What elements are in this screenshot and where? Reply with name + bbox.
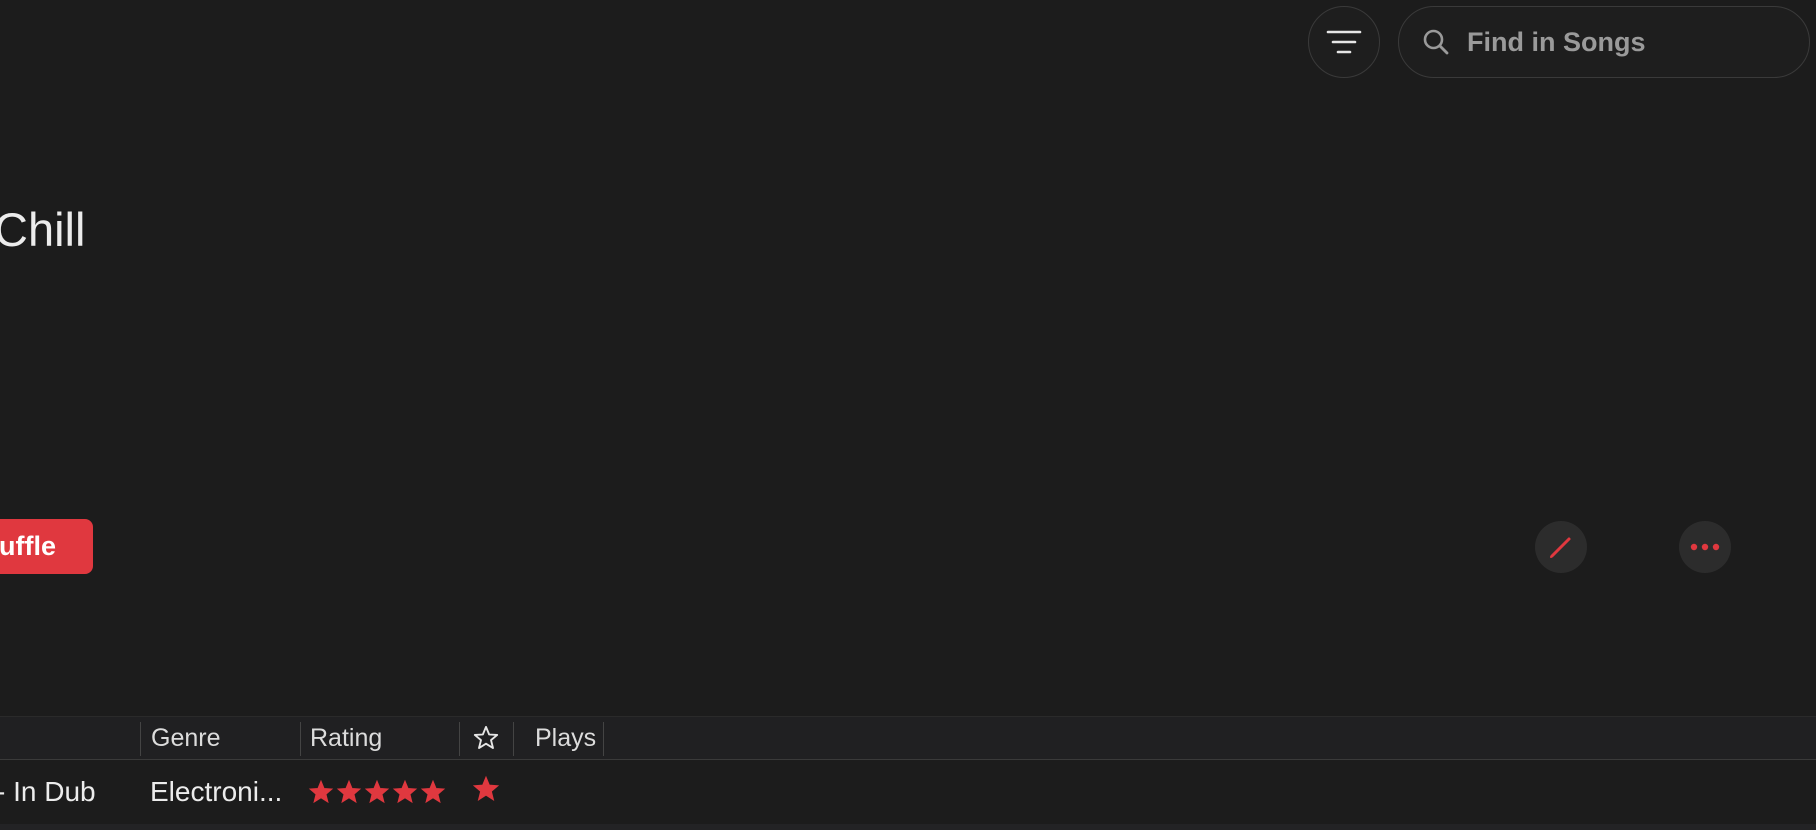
shuffle-button-label: uffle <box>0 531 56 561</box>
playlist-title: Chill <box>0 203 86 256</box>
column-divider[interactable] <box>603 722 604 756</box>
rating-star-icon[interactable] <box>392 779 418 805</box>
song-title-cell: - In Dub <box>0 776 96 807</box>
star-outline-icon <box>473 725 499 749</box>
favorite-cell[interactable] <box>472 760 500 824</box>
pencil-icon <box>1550 537 1571 558</box>
filter-lines-icon <box>1326 30 1362 54</box>
column-divider[interactable] <box>513 722 514 756</box>
ellipsis-icon <box>1690 543 1720 551</box>
favorite-star-icon[interactable] <box>472 775 500 810</box>
rating-stars[interactable] <box>308 779 446 805</box>
table-row[interactable]: - In Dub Electroni... <box>0 760 1816 824</box>
search-field[interactable] <box>1398 6 1810 78</box>
rating-star-icon[interactable] <box>336 779 362 805</box>
column-divider[interactable] <box>459 722 460 756</box>
column-header-favorite[interactable] <box>472 717 500 759</box>
column-header-rating[interactable]: Rating <box>310 717 382 759</box>
rating-cell[interactable] <box>308 760 446 824</box>
column-divider[interactable] <box>300 722 301 756</box>
filter-button[interactable] <box>1308 6 1380 78</box>
next-row-strip <box>0 824 1816 830</box>
genre-cell: Electroni... <box>150 776 283 807</box>
rating-star-icon[interactable] <box>364 779 390 805</box>
column-header-plays[interactable]: Plays <box>535 717 596 759</box>
column-divider[interactable] <box>140 722 141 756</box>
search-input[interactable] <box>1465 25 1789 59</box>
column-header-genre[interactable]: Genre <box>151 717 220 759</box>
music-window: Chill s uffle Genre Rating Plays <box>0 0 1816 830</box>
rating-star-icon[interactable] <box>308 779 334 805</box>
more-options-button[interactable] <box>1679 521 1731 573</box>
edit-button[interactable] <box>1535 521 1587 573</box>
table-header: Genre Rating Plays <box>0 716 1816 760</box>
shuffle-button[interactable]: uffle <box>0 519 93 574</box>
rating-star-icon[interactable] <box>420 779 446 805</box>
search-icon <box>1421 27 1451 57</box>
